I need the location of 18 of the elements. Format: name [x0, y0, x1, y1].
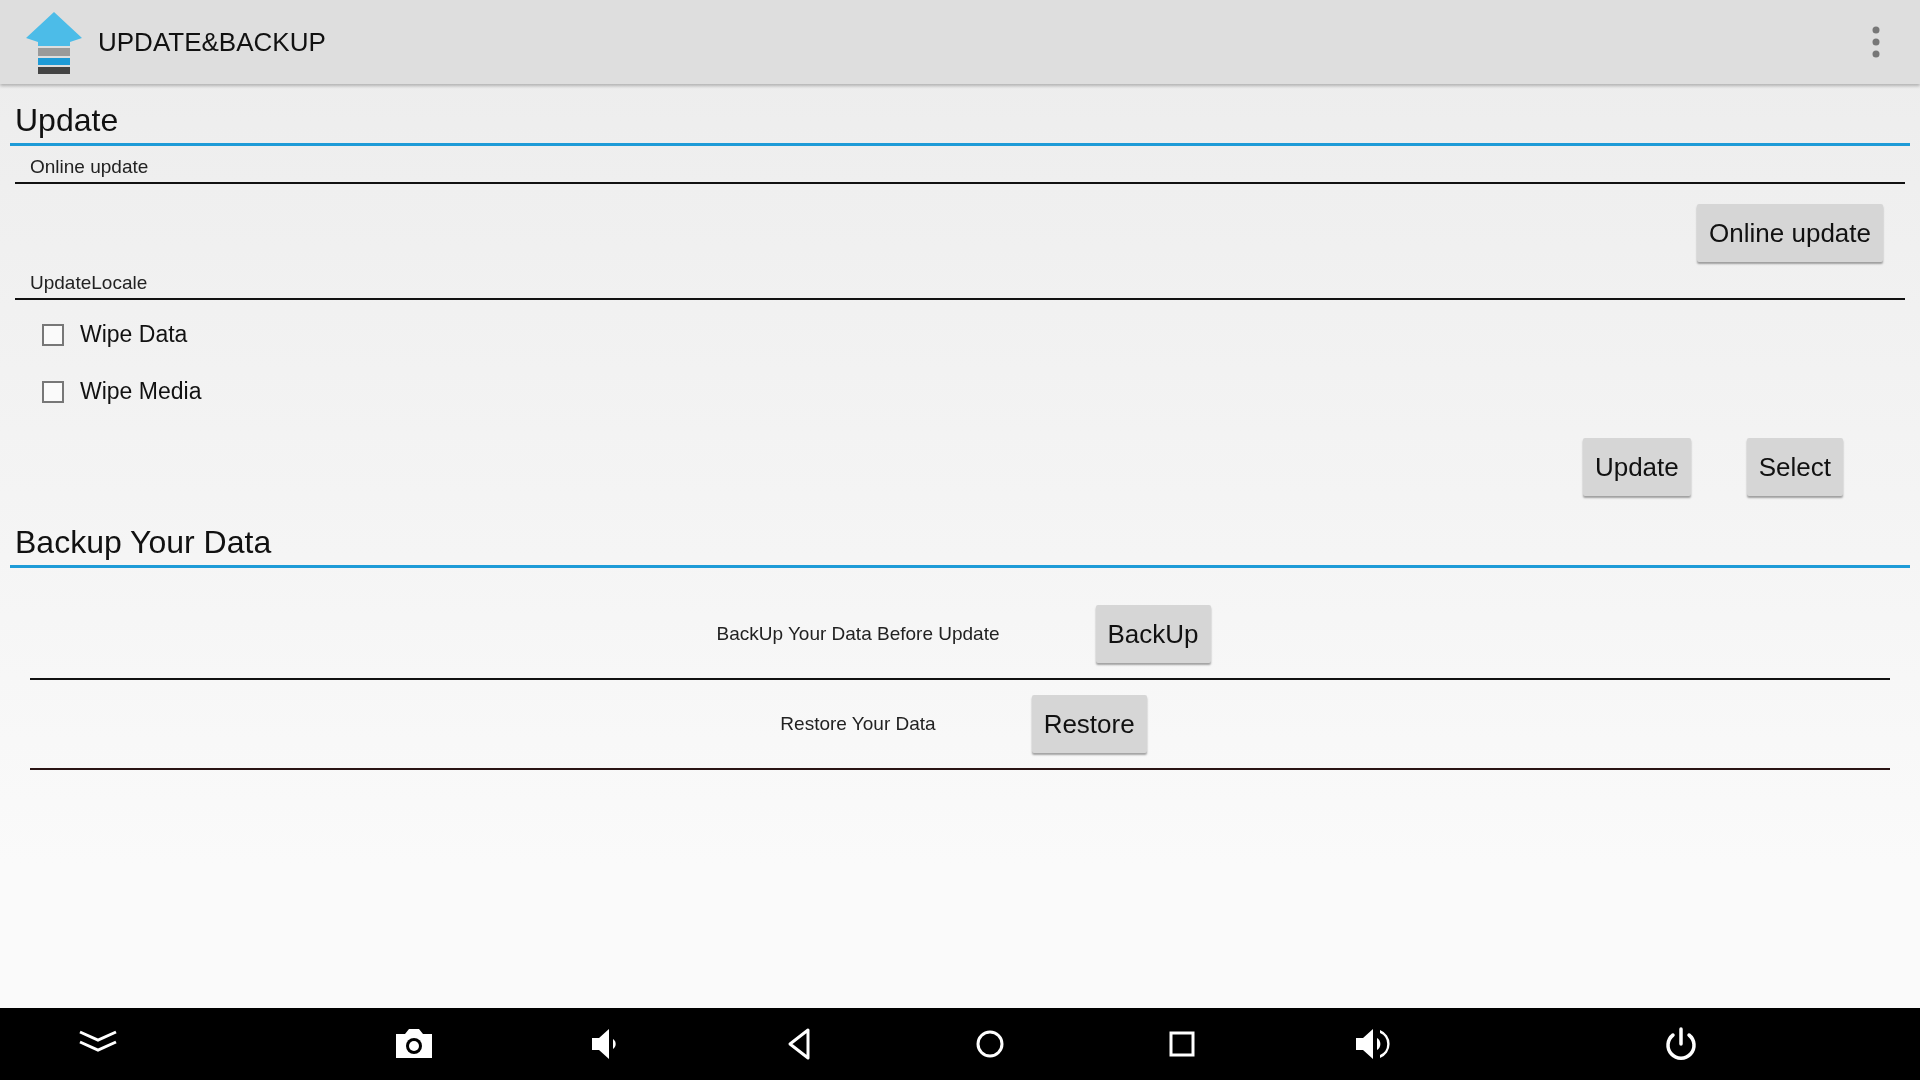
checkbox[interactable] — [42, 323, 64, 346]
online-update-button[interactable]: Online update — [1697, 204, 1883, 262]
checkbox-label: Wipe Media — [80, 378, 202, 405]
section-heading: Update — [10, 84, 1910, 146]
row-label: BackUp Your Data Before Update — [716, 623, 1000, 645]
row-label: Restore Your Data — [780, 713, 936, 735]
checkbox-label: Wipe Data — [80, 321, 188, 348]
select-button[interactable]: Select — [1746, 438, 1843, 496]
backup-button[interactable]: BackUp — [1095, 605, 1211, 663]
restore-button[interactable]: Restore — [1031, 695, 1147, 753]
upload-arrow-icon — [24, 10, 84, 74]
app-title: UPDATE&BACKUP — [98, 26, 327, 58]
update-button[interactable]: Update — [1582, 438, 1691, 496]
category-label: Online update — [15, 146, 1905, 184]
section-heading: Backup Your Data — [10, 496, 1910, 568]
category-label: UpdateLocale — [15, 262, 1905, 300]
overflow-menu-icon[interactable] — [1870, 25, 1882, 59]
checkbox[interactable] — [42, 380, 64, 403]
